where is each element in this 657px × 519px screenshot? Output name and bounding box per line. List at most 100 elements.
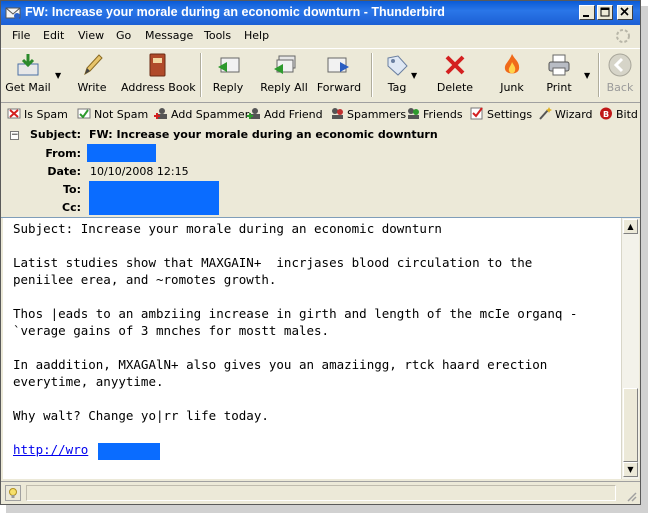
to-label: To: xyxy=(63,183,81,196)
message-line: peniilee erea, and ~romotes growth. xyxy=(13,272,277,287)
message-line: everytime, anyytime. xyxy=(13,374,164,389)
is-spam-button[interactable]: Is Spam xyxy=(7,107,68,121)
thunderbird-app-icon xyxy=(5,7,21,19)
is-spam-label: Is Spam xyxy=(24,108,68,121)
add-spammer-icon xyxy=(154,108,167,119)
message-body[interactable]: Subject: Increase your morale during an … xyxy=(3,218,621,479)
reply-icon xyxy=(218,57,240,73)
vertical-scrollbar[interactable]: ▲ ▼ xyxy=(621,218,639,479)
pencil-icon xyxy=(84,54,103,76)
add-spammer-label: Add Spammer xyxy=(171,108,250,121)
close-button[interactable] xyxy=(617,5,633,20)
tag-button[interactable]: Tag xyxy=(381,52,413,98)
menu-tools[interactable]: Tools xyxy=(204,29,231,42)
address-book-label: Address Book xyxy=(121,81,196,94)
status-lightbulb-icon[interactable] xyxy=(5,485,21,501)
junk-button[interactable]: Junk xyxy=(493,52,531,98)
throbber-icon xyxy=(616,29,630,43)
settings-label: Settings xyxy=(487,108,533,121)
friends-button[interactable]: Friends xyxy=(406,107,463,121)
tag-icon xyxy=(387,55,408,76)
forward-button[interactable]: Forward xyxy=(315,52,363,98)
resize-grip-icon[interactable] xyxy=(625,490,637,502)
title-bar[interactable]: FW: Increase your morale during an econo… xyxy=(1,1,640,25)
close-icon xyxy=(620,7,629,16)
delete-button[interactable]: Delete xyxy=(434,52,476,98)
recipients-redacted[interactable] xyxy=(89,181,219,215)
thunderbird-window: FW: Increase your morale during an econo… xyxy=(0,0,641,505)
not-spam-icon xyxy=(77,108,91,119)
back-arrow-icon xyxy=(608,53,632,77)
back-button[interactable]: Back xyxy=(604,52,636,98)
spammers-icon xyxy=(332,108,343,119)
menu-help[interactable]: Help xyxy=(244,29,269,42)
bitdefender-button[interactable]: B Bitd xyxy=(599,107,638,121)
date-label: Date: xyxy=(47,165,81,178)
spammers-label: Spammers xyxy=(347,108,407,121)
delete-label: Delete xyxy=(436,81,474,94)
scroll-down-arrow-icon[interactable]: ▼ xyxy=(623,462,638,477)
from-value-redacted[interactable] xyxy=(87,144,156,162)
forward-icon xyxy=(327,57,349,73)
reply-all-button[interactable]: Reply All xyxy=(259,52,309,98)
get-mail-icon xyxy=(17,54,39,76)
message-line: In aaddition, MXAGAlN+ also gives you an… xyxy=(13,357,548,372)
wizard-label: Wizard xyxy=(555,108,593,121)
back-label: Back xyxy=(606,81,634,94)
print-label: Print xyxy=(546,81,572,94)
forward-label: Forward xyxy=(316,81,362,94)
add-friend-button[interactable]: Add Friend xyxy=(247,107,323,121)
spam-link[interactable]: http://wro xyxy=(13,442,88,457)
get-mail-button[interactable]: Get Mail xyxy=(5,52,51,98)
friends-icon xyxy=(408,108,419,119)
minimize-icon xyxy=(583,15,589,17)
maximize-icon xyxy=(600,7,610,17)
printer-icon xyxy=(548,54,570,76)
toolbar-separator xyxy=(200,53,202,97)
scroll-up-arrow-icon[interactable]: ▲ xyxy=(623,219,638,234)
write-button[interactable]: Write xyxy=(73,52,111,98)
reply-button[interactable]: Reply xyxy=(208,52,248,98)
message-line: Latist studies show that MAXGAIN+ incrja… xyxy=(13,255,533,270)
from-label: From: xyxy=(45,147,81,160)
spammers-button[interactable]: Spammers xyxy=(330,107,406,121)
menu-edit[interactable]: Edit xyxy=(43,29,64,42)
message-line: Subject: Increase your morale during an … xyxy=(13,221,442,236)
delete-icon xyxy=(445,55,465,75)
message-line: `verage gains of 3 mnches for mostt male… xyxy=(13,323,330,338)
print-button[interactable]: Print xyxy=(541,52,577,98)
add-friend-icon xyxy=(247,108,260,119)
print-dropdown-icon[interactable]: ▼ xyxy=(584,71,590,80)
maximize-button[interactable] xyxy=(597,5,613,20)
subject-label: Subject: xyxy=(29,128,81,141)
status-panel xyxy=(26,485,616,501)
not-spam-button[interactable]: Not Spam xyxy=(77,107,148,121)
scroll-thumb[interactable] xyxy=(623,388,638,462)
svg-text:B: B xyxy=(603,110,609,119)
tag-label: Tag xyxy=(387,81,407,94)
message-text: Subject: Increase your morale during an … xyxy=(13,220,577,458)
add-spammer-button[interactable]: Add Spammer xyxy=(154,107,249,121)
tag-dropdown-icon[interactable]: ▼ xyxy=(411,71,417,80)
menu-message[interactable]: Message xyxy=(145,29,193,42)
window-title: FW: Increase your morale during an econo… xyxy=(25,5,445,19)
bitdefender-icon: B xyxy=(600,107,612,120)
friends-label: Friends xyxy=(423,108,463,121)
wizard-wand-icon xyxy=(539,107,552,120)
collapse-header-toggle[interactable]: − xyxy=(10,131,19,140)
settings-button[interactable]: Settings xyxy=(470,107,532,121)
minimize-button[interactable] xyxy=(579,5,595,20)
wizard-button[interactable]: Wizard xyxy=(538,107,593,121)
date-value: 10/10/2008 12:15 xyxy=(90,165,189,178)
address-book-button[interactable]: Address Book xyxy=(121,52,196,98)
menu-bar: File Edit View Go Message Tools Help xyxy=(1,26,640,46)
toolbar-separator xyxy=(371,53,373,97)
menu-file[interactable]: File xyxy=(12,29,30,42)
menu-view[interactable]: View xyxy=(78,29,104,42)
get-mail-dropdown-icon[interactable]: ▼ xyxy=(55,71,61,80)
reply-all-label: Reply All xyxy=(260,81,308,94)
menu-go[interactable]: Go xyxy=(116,29,131,42)
reply-label: Reply xyxy=(212,81,244,94)
toolbar-separator xyxy=(598,53,600,97)
bitdefender-label: Bitd xyxy=(616,108,638,121)
